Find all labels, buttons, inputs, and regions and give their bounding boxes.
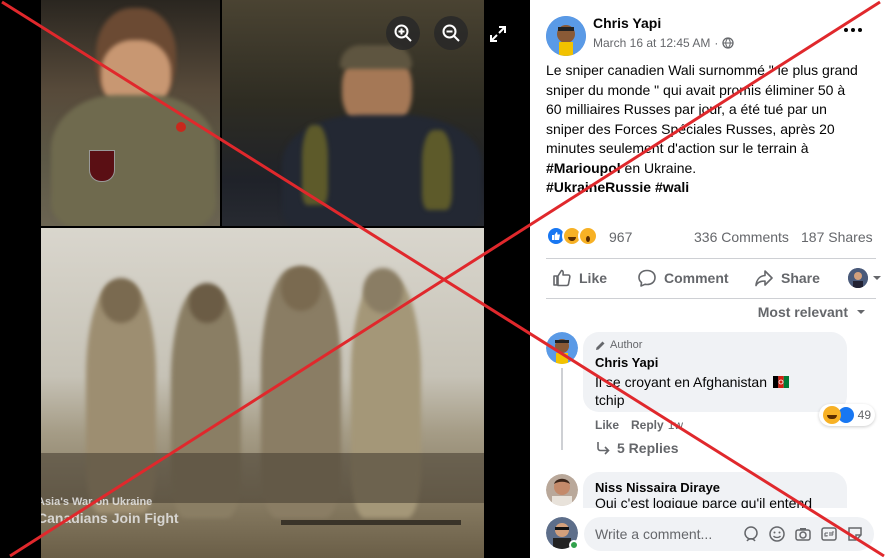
comment-author[interactable]: Chris Yapi xyxy=(595,355,658,370)
hashtag-link[interactable]: #Marioupol xyxy=(546,160,621,176)
comment-bubble: Author Chris Yapi Il se croyant en Afgha… xyxy=(583,332,875,426)
avatar-sticker-icon[interactable] xyxy=(742,525,760,543)
like-icon xyxy=(553,269,571,287)
photo-viewer[interactable]: Asia's War on Ukraine Canadians Join Fig… xyxy=(0,0,530,558)
post-text-line: sniper du monde " qui avait promis élimi… xyxy=(546,81,846,98)
photo-panel-bottom: Asia's War on Ukraine Canadians Join Fig… xyxy=(41,228,484,558)
comment-reactions[interactable]: 49 xyxy=(818,404,875,426)
haha-reaction-icon xyxy=(822,406,841,424)
chevron-down-icon xyxy=(857,310,865,314)
pen-icon xyxy=(596,341,605,350)
like-button[interactable]: Like xyxy=(552,266,607,290)
comment-reaction-count: 49 xyxy=(857,408,871,422)
post-text: Le sniper canadien Wali surnommé " le pl… xyxy=(546,61,881,198)
afghanistan-flag-icon xyxy=(773,376,789,388)
comment-input[interactable]: Write a comment... xyxy=(584,517,874,551)
post-text-line: sniper des Forces Spéciales Russes, aprè… xyxy=(546,120,835,137)
comment-sort-dropdown[interactable]: Most relevant xyxy=(758,304,866,320)
share-button[interactable]: Share xyxy=(754,266,820,290)
comment-age[interactable]: 1w xyxy=(668,418,683,432)
comment-thread-line xyxy=(561,368,563,450)
zoom-out-icon xyxy=(442,24,460,42)
comment-text: Il se croyant en Afghanistan tchip xyxy=(595,373,789,409)
comment-actions: Like Reply 1w xyxy=(595,418,683,432)
post-author-name[interactable]: Chris Yapi xyxy=(593,15,661,31)
fullscreen-button[interactable] xyxy=(488,24,510,46)
photo-watermark-line1: Asia's War on Ukraine xyxy=(41,496,153,508)
reply-arrow-icon xyxy=(597,442,610,455)
gif-icon[interactable] xyxy=(820,525,838,543)
share-icon xyxy=(755,270,773,287)
comment-label: Comment xyxy=(664,270,729,286)
comment-author[interactable]: Niss Nissaira Diraye xyxy=(595,480,720,495)
post-text-line: minutes seulement d'action sur le terrai… xyxy=(546,140,809,156)
more-dots-icon xyxy=(844,28,862,32)
composer-area: Write a comment... xyxy=(530,508,886,558)
sticker-icon[interactable] xyxy=(846,525,864,543)
author-badge-label: Author xyxy=(610,339,643,351)
emoji-icon[interactable] xyxy=(768,525,786,543)
viewer-avatar xyxy=(848,268,868,288)
fullscreen-icon xyxy=(490,26,506,42)
zoom-in-button[interactable] xyxy=(386,16,420,50)
replies-count: 5 Replies xyxy=(617,440,679,456)
shares-count[interactable]: 187 Shares xyxy=(801,229,873,245)
post-text-line: Le sniper canadien Wali surnommé " le pl… xyxy=(546,62,858,78)
author-avatar[interactable] xyxy=(546,16,586,56)
share-label: Share xyxy=(781,270,820,286)
meta-separator: · xyxy=(714,36,719,50)
wow-reaction-icon xyxy=(578,226,598,246)
post-text-tail: en Ukraine. xyxy=(620,159,697,176)
audience-selector[interactable] xyxy=(848,268,882,288)
reaction-icons[interactable] xyxy=(546,226,598,246)
more-options-button[interactable] xyxy=(844,24,866,36)
reactions-count[interactable]: 967 xyxy=(609,229,632,245)
divider xyxy=(546,298,876,299)
like-label: Like xyxy=(579,270,608,286)
photo-watermark-line2: Canadians Join Fight xyxy=(41,510,179,526)
view-replies-link[interactable]: 5 Replies xyxy=(595,440,678,456)
comment-bubble: Niss Nissaira Diraye Oui c'est logique p… xyxy=(583,472,847,512)
zoom-in-icon xyxy=(394,24,412,42)
comments-count[interactable]: 336 Comments xyxy=(694,229,789,245)
post-text-line: 60 milliaires Russes par jour, a été tué… xyxy=(546,101,827,117)
online-status-dot xyxy=(569,540,579,550)
divider xyxy=(546,258,876,259)
hashtags-line[interactable]: #UkraineRussie #wali xyxy=(546,178,881,198)
camera-icon[interactable] xyxy=(794,525,812,543)
reactions-bar: 967 336 Comments 187 Shares xyxy=(546,226,876,248)
comment-text-line1: Il se croyant en Afghanistan xyxy=(595,374,767,390)
photo-panel-top-left xyxy=(41,0,220,226)
comment-text-line2: tchip xyxy=(595,392,625,408)
post-panel: Chris Yapi March 16 at 12:45 AM · Le sni… xyxy=(530,0,886,558)
post-timestamp-text[interactable]: March 16 at 12:45 AM xyxy=(593,36,710,50)
chevron-down-icon xyxy=(873,276,881,280)
author-badge: Author xyxy=(595,339,642,351)
commenter-avatar[interactable] xyxy=(546,332,578,364)
comment-icon xyxy=(638,269,656,287)
sort-label: Most relevant xyxy=(757,304,848,320)
post-timestamp[interactable]: March 16 at 12:45 AM · xyxy=(593,36,735,50)
comment-like-link[interactable]: Like xyxy=(595,418,619,432)
comment-reply-link[interactable]: Reply xyxy=(631,418,664,432)
commenter-avatar[interactable] xyxy=(546,474,578,506)
comment-button[interactable]: Comment xyxy=(637,266,729,290)
zoom-out-button[interactable] xyxy=(434,16,468,50)
globe-icon xyxy=(722,37,735,49)
comment-input-placeholder: Write a comment... xyxy=(595,526,713,542)
